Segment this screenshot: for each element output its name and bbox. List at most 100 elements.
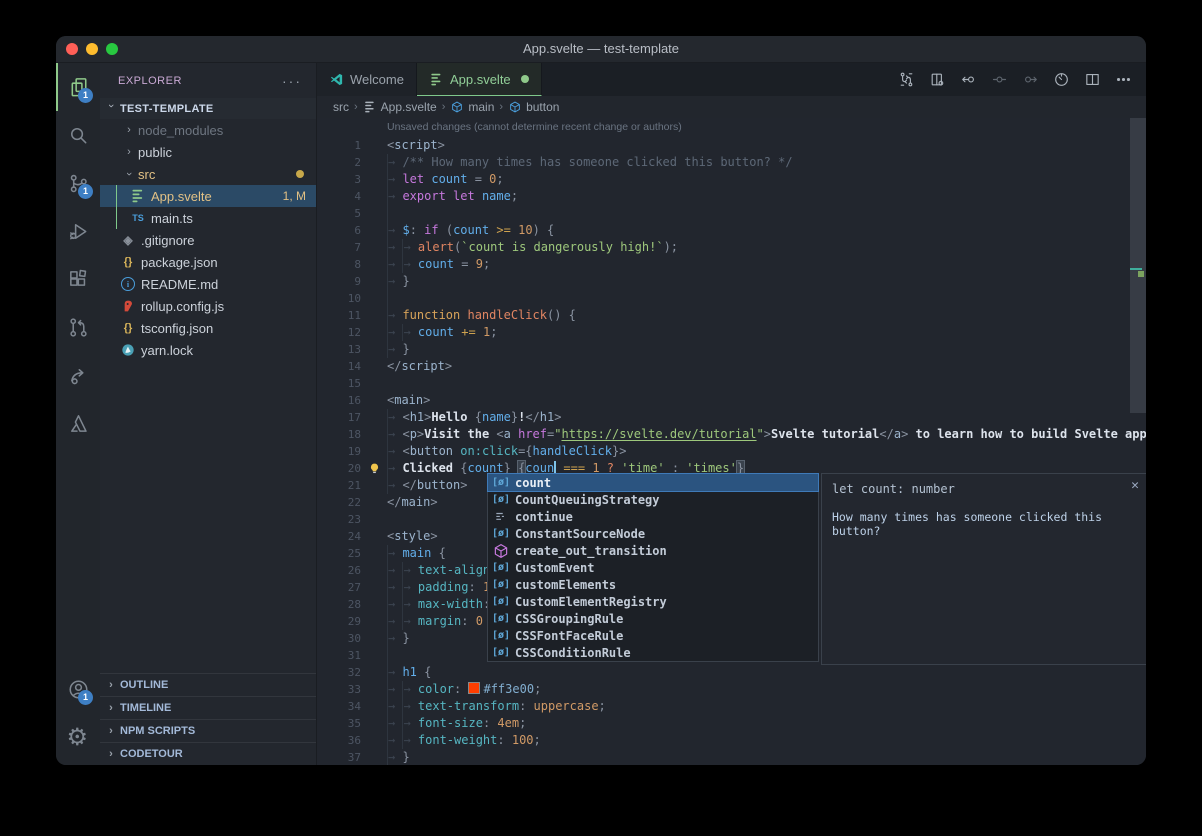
close-icon[interactable]: ✕: [1131, 478, 1139, 493]
code-line[interactable]: 32→ h1 {: [317, 664, 1146, 681]
sidebar-section-npm-scripts[interactable]: ›NPM SCRIPTS: [100, 719, 316, 742]
activitybar-item-azure[interactable]: [56, 399, 100, 447]
sidebar-section-timeline[interactable]: ›TIMELINE: [100, 696, 316, 719]
previous-change-icon[interactable]: [960, 71, 977, 88]
explorer-actions-icon[interactable]: ···: [282, 73, 302, 89]
activitybar-item-settings[interactable]: ⚙: [56, 713, 100, 761]
activitybar-item-search[interactable]: [56, 111, 100, 159]
sidebar-item-public[interactable]: ›public: [100, 141, 316, 163]
code-line[interactable]: 19→ <button on:click={handleClick}>: [317, 443, 1146, 460]
code-line[interactable]: 11→ function handleClick() {: [317, 307, 1146, 324]
activitybar-item-explorer[interactable]: 1: [56, 63, 100, 111]
bracket-variable-icon: [ø]: [492, 647, 510, 658]
suggestion-count[interactable]: [ø]count: [488, 474, 818, 491]
sidebar-section-codetour[interactable]: ›CODETOUR: [100, 742, 316, 765]
suggestion-create_out_transition[interactable]: create_out_transition: [488, 542, 818, 559]
lightbulb-icon[interactable]: [368, 462, 381, 475]
sidebar-item-app-svelte[interactable]: App.svelte1, M: [100, 185, 316, 207]
sidebar-section-outline[interactable]: ›OUTLINE: [100, 673, 316, 696]
sidebar-item-yarn-lock[interactable]: yarn.lock: [100, 339, 316, 361]
suggestion-cssconditionrule[interactable]: [ø]CSSConditionRule: [488, 644, 818, 661]
code-line[interactable]: 7→ → alert(`count is dangerously high!`)…: [317, 239, 1146, 256]
code-editor[interactable]: Unsaved changes (cannot determine recent…: [317, 118, 1146, 765]
tab-app-svelte[interactable]: App.svelte: [417, 63, 542, 96]
code-line[interactable]: 2→ /** How many times has someone clicke…: [317, 154, 1146, 171]
line-number: 5: [317, 205, 361, 222]
compare-changes-icon[interactable]: [898, 71, 915, 88]
codelens-annotation[interactable]: Unsaved changes (cannot determine recent…: [317, 118, 1146, 137]
breadcrumb-item-src[interactable]: src: [333, 100, 349, 114]
code-line[interactable]: 3→ let count = 0;: [317, 171, 1146, 188]
code-line[interactable]: 12→ → count += 1;: [317, 324, 1146, 341]
suggestion-continue[interactable]: continue: [488, 508, 818, 525]
current-change-icon[interactable]: [991, 71, 1008, 88]
suggestion-customevent[interactable]: [ø]CustomEvent: [488, 559, 818, 576]
next-change-icon[interactable]: [1022, 71, 1039, 88]
sidebar-item-rollup-config-js[interactable]: rollup.config.js: [100, 295, 316, 317]
code-line[interactable]: 10: [317, 290, 1146, 307]
code-line[interactable]: 17→ <h1>Hello {name}!</h1>: [317, 409, 1146, 426]
sidebar-item--gitignore[interactable]: ◈.gitignore: [100, 229, 316, 251]
activity-bar: 1 1 1 ⚙: [56, 63, 100, 765]
file-label: README.md: [141, 277, 218, 292]
activitybar-item-accounts[interactable]: 1: [56, 665, 100, 713]
code-line[interactable]: 1<script>: [317, 137, 1146, 154]
activitybar-item-source-control[interactable]: 1: [56, 159, 100, 207]
editor-scrollbar[interactable]: [1130, 118, 1146, 413]
gear-icon: ⚙: [67, 726, 90, 749]
bracket-variable-icon: [ø]: [492, 630, 510, 641]
code-line[interactable]: 5: [317, 205, 1146, 222]
suggestion-constantsourcenode[interactable]: [ø]ConstantSourceNode: [488, 525, 818, 542]
timeline-icon[interactable]: [1053, 71, 1070, 88]
more-actions-icon[interactable]: [1115, 71, 1132, 88]
breadcrumb-item-main[interactable]: main: [450, 100, 494, 114]
tab-label: App.svelte: [450, 72, 511, 87]
suggestion-customelements[interactable]: [ø]customElements: [488, 576, 818, 593]
split-editor-icon[interactable]: [1084, 71, 1101, 88]
code-line[interactable]: 35→ → font-size: 4em;: [317, 715, 1146, 732]
sidebar-item-package-json[interactable]: {}package.json: [100, 251, 316, 273]
code-line[interactable]: 16<main>: [317, 392, 1146, 409]
code-line[interactable]: 14</script>: [317, 358, 1146, 375]
tab-welcome[interactable]: Welcome: [317, 63, 417, 96]
code-line[interactable]: 9→ }: [317, 273, 1146, 290]
code-line[interactable]: 8→ → count = 9;: [317, 256, 1146, 273]
sidebar-item-readme-md[interactable]: iREADME.md: [100, 273, 316, 295]
sidebar-item-tsconfig-json[interactable]: {}tsconfig.json: [100, 317, 316, 339]
breadcrumb-separator: ›: [354, 101, 358, 113]
code-line[interactable]: 4→ export let name;: [317, 188, 1146, 205]
activitybar-item-github-pull-requests[interactable]: [56, 303, 100, 351]
sidebar-item-main-ts[interactable]: TSmain.ts: [100, 207, 316, 229]
open-preview-icon[interactable]: [929, 71, 946, 88]
code-line[interactable]: 15: [317, 375, 1146, 392]
line-number: 31: [317, 647, 361, 664]
breadcrumb-item-app-svelte[interactable]: App.svelte: [363, 100, 437, 114]
suggestion-cssgroupingrule[interactable]: [ø]CSSGroupingRule: [488, 610, 818, 627]
code-line[interactable]: 18→ <p>Visit the <a href="https://svelte…: [317, 426, 1146, 443]
code-line[interactable]: 33→ → color: #ff3e00;: [317, 681, 1146, 698]
extensions-icon: [67, 268, 90, 291]
activitybar-item-extensions[interactable]: [56, 255, 100, 303]
svelte-lines-gray-icon: [363, 100, 377, 114]
ts-icon: TS: [130, 210, 146, 226]
line-number: 7: [317, 239, 361, 256]
tab-bar: Welcome App.svelte: [317, 63, 1146, 96]
sidebar-item-node-modules[interactable]: ›node_modules: [100, 119, 316, 141]
code-line[interactable]: 36→ → font-weight: 100;: [317, 732, 1146, 749]
code-line[interactable]: 37→ }: [317, 749, 1146, 765]
workspace-root-folder[interactable]: › TEST-TEMPLATE: [100, 98, 316, 119]
code-line[interactable]: 6→ $: if (count >= 10) {: [317, 222, 1146, 239]
activitybar-item-run-debug[interactable]: [56, 207, 100, 255]
section-label: OUTLINE: [120, 679, 168, 691]
code-line[interactable]: 13→ }: [317, 341, 1146, 358]
line-number: 35: [317, 715, 361, 732]
section-label: CODETOUR: [120, 748, 183, 760]
suggestion-countqueuingstrategy[interactable]: [ø]CountQueuingStrategy: [488, 491, 818, 508]
suggestion-cssfontfacerule[interactable]: [ø]CSSFontFaceRule: [488, 627, 818, 644]
activitybar-item-live-share[interactable]: [56, 351, 100, 399]
sidebar-item-src[interactable]: ›src: [100, 163, 316, 185]
line-number: 37: [317, 749, 361, 765]
code-line[interactable]: 34→ → text-transform: uppercase;: [317, 698, 1146, 715]
breadcrumb-item-button[interactable]: button: [508, 100, 559, 114]
suggestion-customelementregistry[interactable]: [ø]CustomElementRegistry: [488, 593, 818, 610]
